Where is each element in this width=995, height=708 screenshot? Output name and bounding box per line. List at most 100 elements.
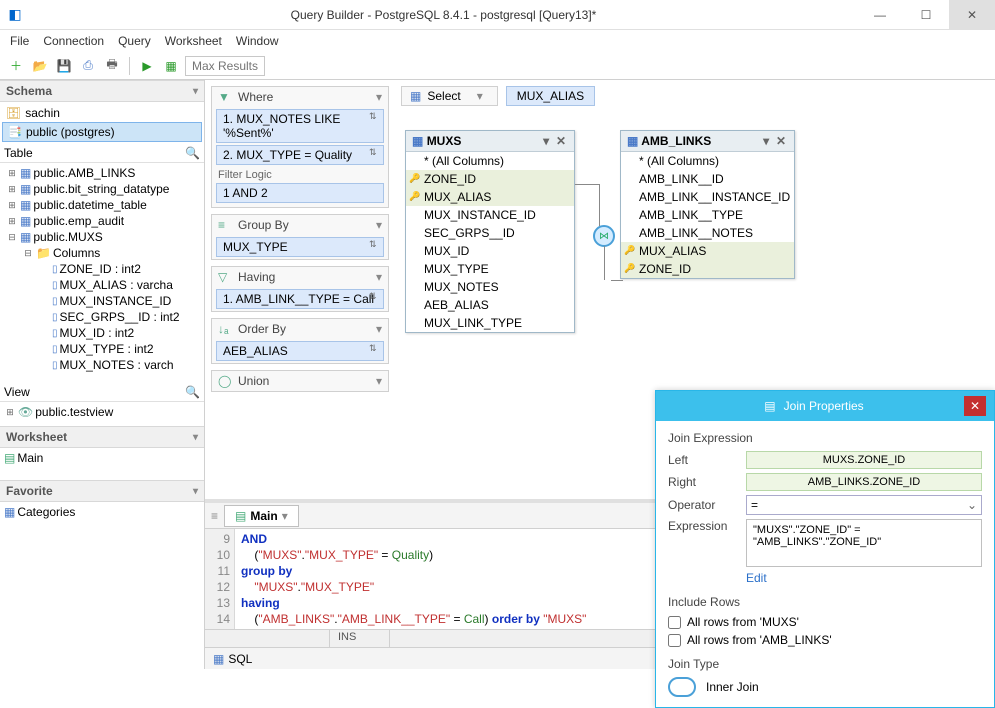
search-icon[interactable]: 🔍 bbox=[185, 146, 200, 160]
chevron-down-icon[interactable]: ⌄ bbox=[967, 498, 977, 512]
filter-logic-value[interactable]: 1 AND 2 bbox=[216, 183, 384, 203]
reorder-icon[interactable]: ⇅ bbox=[369, 239, 381, 250]
expand-icon[interactable]: ⊟ bbox=[6, 232, 18, 243]
schema-header[interactable]: Schema ▾ bbox=[0, 80, 204, 102]
expand-icon[interactable]: ⊞ bbox=[6, 168, 18, 179]
schema-selected[interactable]: 📑 public (postgres) bbox=[2, 122, 202, 142]
collapse-icon[interactable]: ▾ bbox=[193, 86, 198, 97]
tree-item[interactable]: ⊟📁Columns bbox=[2, 245, 202, 261]
expand-icon[interactable]: ⊟ bbox=[22, 248, 34, 259]
column-row[interactable]: AMB_LINK__ID bbox=[621, 170, 794, 188]
column-row[interactable]: * (All Columns) bbox=[621, 152, 794, 170]
reorder-icon[interactable]: ⇅ bbox=[369, 343, 381, 354]
column-row[interactable]: MUX_TYPE bbox=[406, 260, 574, 278]
table-box-amb-links[interactable]: ▦ AMB_LINKS ▾ ✕ * (All Columns)AMB_LINK_… bbox=[620, 130, 795, 279]
join-node[interactable]: ⋈ bbox=[593, 225, 615, 247]
tree-item[interactable]: ⊞▦public.AMB_LINKS bbox=[2, 165, 202, 181]
tree-item[interactable]: ⊞▦public.emp_audit bbox=[2, 213, 202, 229]
tree-item[interactable]: ▯MUX_ID : int2 bbox=[2, 325, 202, 341]
chevron-down-icon[interactable]: ▾ bbox=[376, 90, 382, 104]
favorite-item[interactable]: ▦ Categories bbox=[2, 504, 202, 520]
chevron-down-icon[interactable]: ▾ bbox=[477, 89, 483, 103]
expand-icon[interactable]: ⊞ bbox=[6, 184, 18, 195]
expression-field[interactable]: "MUXS"."ZONE_ID" = "AMB_LINKS"."ZONE_ID" bbox=[746, 519, 982, 567]
chevron-down-icon[interactable]: ▾ bbox=[376, 322, 382, 336]
reorder-icon[interactable]: ⇅ bbox=[369, 147, 381, 158]
menu-query[interactable]: Query bbox=[118, 34, 151, 48]
minimize-button[interactable]: — bbox=[857, 0, 903, 30]
tree-item[interactable]: ▯MUX_INSTANCE_ID bbox=[2, 293, 202, 309]
save-all-icon[interactable]: ⎙ bbox=[78, 56, 98, 76]
tree-item[interactable]: ▯MUX_NOTES : varch bbox=[2, 357, 202, 373]
schema-db[interactable]: 🗄 sachin bbox=[2, 104, 202, 122]
run-sheet-icon[interactable]: ▦ bbox=[161, 56, 181, 76]
column-row[interactable]: 🔑ZONE_ID bbox=[406, 170, 574, 188]
expand-icon[interactable]: ⊞ bbox=[6, 200, 18, 211]
tree-item[interactable]: ⊞▦public.bit_string_datatype bbox=[2, 181, 202, 197]
chevron-down-icon[interactable]: ▾ bbox=[763, 134, 771, 148]
menu-window[interactable]: Window bbox=[236, 34, 279, 48]
column-row[interactable]: 🔑MUX_ALIAS bbox=[406, 188, 574, 206]
print-icon[interactable]: 🖶 bbox=[102, 56, 122, 76]
include-muxs-checkbox[interactable] bbox=[668, 616, 681, 629]
tree-item[interactable]: ⊟▦public.MUXS bbox=[2, 229, 202, 245]
orderby-item[interactable]: AEB_ALIAS⇅ bbox=[216, 341, 384, 361]
close-icon[interactable]: ✕ bbox=[556, 134, 568, 148]
orderby-header[interactable]: ↓ₐ Order By ▾ bbox=[212, 319, 388, 339]
include-amb-checkbox[interactable] bbox=[668, 634, 681, 647]
expand-icon[interactable]: ⊞ bbox=[6, 216, 18, 227]
column-row[interactable]: AMB_LINK__INSTANCE_ID bbox=[621, 188, 794, 206]
where-item[interactable]: 2. MUX_TYPE = Quality⇅ bbox=[216, 145, 384, 165]
close-icon[interactable]: ✕ bbox=[776, 134, 788, 148]
column-row[interactable]: MUX_NOTES bbox=[406, 278, 574, 296]
groupby-header[interactable]: ≡ Group By ▾ bbox=[212, 215, 388, 235]
column-row[interactable]: AMB_LINK__NOTES bbox=[621, 224, 794, 242]
chevron-down-icon[interactable]: ▾ bbox=[376, 374, 382, 388]
column-row[interactable]: SEC_GRPS__ID bbox=[406, 224, 574, 242]
max-results-input[interactable] bbox=[185, 56, 265, 76]
column-row[interactable]: MUX_INSTANCE_ID bbox=[406, 206, 574, 224]
open-icon[interactable]: 📂 bbox=[30, 56, 50, 76]
close-button[interactable]: ✕ bbox=[949, 0, 995, 30]
maximize-button[interactable]: ☐ bbox=[903, 0, 949, 30]
column-row[interactable]: * (All Columns) bbox=[406, 152, 574, 170]
select-header[interactable]: ▦ Select ▾ bbox=[401, 86, 498, 106]
sql-tab-main[interactable]: ▤ Main ▾ bbox=[224, 505, 299, 527]
search-icon[interactable]: 🔍 bbox=[185, 385, 200, 399]
join-properties-panel[interactable]: ▤ Join Properties ✕ Join Expression Left… bbox=[655, 390, 995, 708]
select-chip[interactable]: MUX_ALIAS bbox=[506, 86, 595, 106]
tree-item[interactable]: ⊞▦public.datetime_table bbox=[2, 197, 202, 213]
reorder-icon[interactable]: ⇅ bbox=[369, 291, 381, 302]
column-row[interactable]: AEB_ALIAS bbox=[406, 296, 574, 314]
union-header[interactable]: ◯ Union ▾ bbox=[212, 371, 388, 391]
run-icon[interactable]: ▶ bbox=[137, 56, 157, 76]
where-item[interactable]: 1. MUX_NOTES LIKE '%Sent%'⇅ bbox=[216, 109, 384, 143]
menu-file[interactable]: File bbox=[10, 34, 29, 48]
new-icon[interactable]: ＋ bbox=[6, 56, 26, 76]
having-header[interactable]: ▽ Having ▾ bbox=[212, 267, 388, 287]
column-row[interactable]: MUX_LINK_TYPE bbox=[406, 314, 574, 332]
column-row[interactable]: MUX_ID bbox=[406, 242, 574, 260]
sql-code[interactable]: AND ("MUXS"."MUX_TYPE" = Quality) group … bbox=[235, 529, 592, 629]
collapse-icon[interactable]: ▾ bbox=[193, 486, 198, 497]
save-icon[interactable]: 💾 bbox=[54, 56, 74, 76]
collapse-icon[interactable]: ▾ bbox=[193, 432, 198, 443]
menu-connection[interactable]: Connection bbox=[43, 34, 104, 48]
left-field[interactable]: MUXS.ZONE_ID bbox=[746, 451, 982, 469]
chevron-down-icon[interactable]: ▾ bbox=[282, 509, 288, 523]
column-row[interactable]: 🔑MUX_ALIAS bbox=[621, 242, 794, 260]
worksheet-item[interactable]: ▤ Main bbox=[2, 450, 202, 466]
menu-worksheet[interactable]: Worksheet bbox=[165, 34, 222, 48]
table-tree[interactable]: ⊞▦public.AMB_LINKS⊞▦public.bit_string_da… bbox=[0, 163, 204, 383]
expand-icon[interactable]: ⊞ bbox=[4, 407, 16, 418]
chevron-down-icon[interactable]: ▾ bbox=[543, 134, 551, 148]
reorder-icon[interactable]: ⇅ bbox=[369, 111, 381, 122]
column-row[interactable]: 🔑ZONE_ID bbox=[621, 260, 794, 278]
view-item[interactable]: ⊞ 👁 public.testview bbox=[2, 404, 202, 420]
chevron-down-icon[interactable]: ▾ bbox=[376, 270, 382, 284]
list-icon[interactable]: ≡ bbox=[211, 509, 218, 523]
tree-item[interactable]: ▯SEC_GRPS__ID : int2 bbox=[2, 309, 202, 325]
favorite-header[interactable]: Favorite ▾ bbox=[0, 480, 204, 502]
close-icon[interactable]: ✕ bbox=[964, 396, 986, 416]
operator-select[interactable]: =⌄ bbox=[746, 495, 982, 515]
